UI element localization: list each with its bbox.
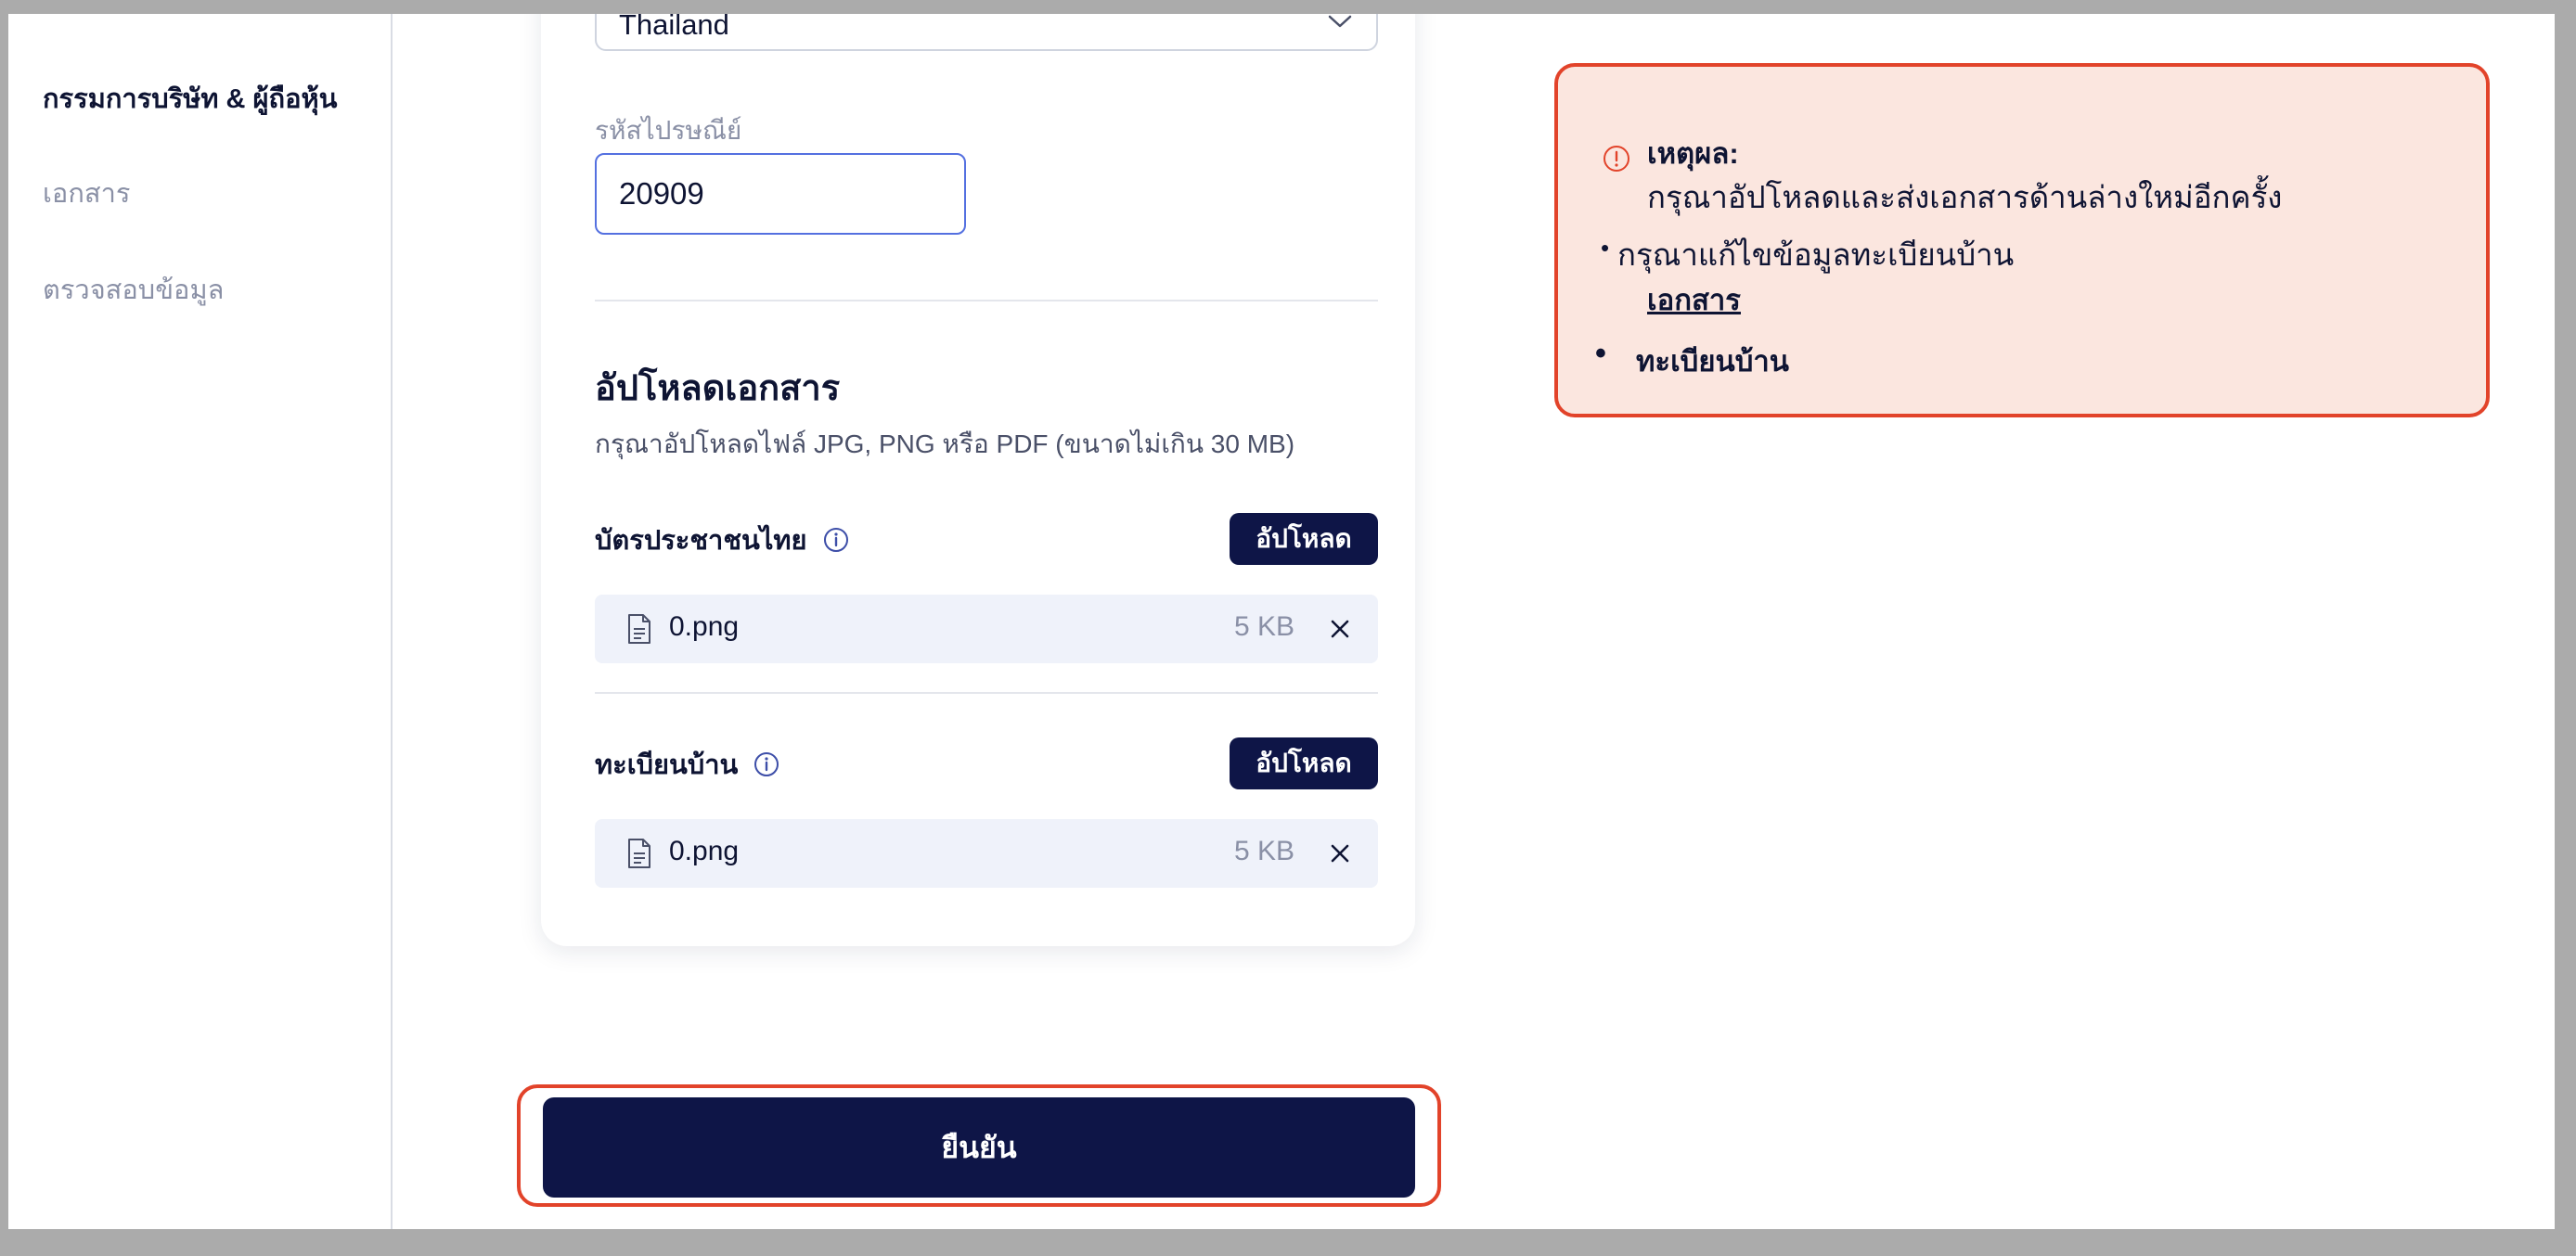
alert-circle-icon [1604,146,1629,172]
document-divider [595,692,1378,694]
alert-title: เหตุผล: [1647,137,1739,170]
document-label-text: ทะเบียนบ้าน [595,750,739,780]
error-alert: เหตุผล: กรุณาอัปโหลดและส่งเอกสารด้านล่าง… [1554,63,2490,417]
document-label-house-registration: ทะเบียนบ้าน [595,743,780,786]
section-divider [595,300,1378,301]
page: กรรมการบริษัท & ผู้ถือหุ้น เอกสาร ตรวจสอ… [8,14,2555,1229]
chevron-down-icon [1328,15,1352,28]
file-name: 0.png [669,836,740,866]
close-icon [1331,620,1349,638]
upload-house-registration-button[interactable]: อัปโหลด [1230,737,1378,789]
info-icon[interactable] [822,526,850,554]
postal-code-input[interactable] [595,153,966,235]
document-label-thai-id: บัตรประชาชนไทย [595,519,850,561]
submit-button[interactable]: ยืนยัน [543,1097,1415,1198]
file-icon [628,839,650,868]
alert-documents-link[interactable]: เอกสาร [1647,276,1741,323]
file-row-house-registration: 0.png 5 KB [595,819,1378,888]
form-card: Thailand รหัสไปรษณีย์ อัปโหลดเอกสาร กรุณ… [541,14,1415,946]
country-select[interactable]: Thailand [595,14,1378,51]
file-icon [628,614,650,644]
alert-message: กรุณาอัปโหลดและส่งเอกสารด้านล่างใหม่อีกค… [1647,180,2283,214]
country-select-value: Thailand [619,14,729,41]
upload-section-hint: กรุณาอัปโหลดไฟล์ JPG, PNG หรือ PDF (ขนาด… [595,429,1295,458]
close-icon [1331,844,1349,863]
submit-highlight: ยืนยัน [517,1084,1441,1207]
document-label-text: บัตรประชาชนไทย [595,526,807,556]
sidebar-item-directors-shareholders[interactable]: กรรมการบริษัท & ผู้ถือหุ้น [43,83,337,116]
file-name: 0.png [669,611,740,642]
remove-file-button[interactable] [1324,613,1356,645]
upload-section-title: อัปโหลดเอกสาร [595,369,841,408]
sidebar-item-review[interactable]: ตรวจสอบข้อมูล [43,274,224,307]
file-row-thai-id: 0.png 5 KB [595,595,1378,663]
sidebar-item-documents[interactable]: เอกสาร [43,177,130,211]
file-size: 5 KB [1233,611,1294,642]
remove-file-button[interactable] [1324,838,1356,869]
info-icon[interactable] [753,750,780,778]
file-size: 5 KB [1233,836,1294,866]
sidebar: กรรมการบริษัท & ผู้ถือหุ้น เอกสาร ตรวจสอ… [8,14,393,1229]
alert-reason-item: กรุณาแก้ไขข้อมูลทะเบียนบ้าน [1601,230,2014,279]
alert-document-item: ทะเบียนบ้าน [1595,336,1789,384]
postal-code-label: รหัสไปรษณีย์ [595,116,742,145]
upload-thai-id-button[interactable]: อัปโหลด [1230,513,1378,565]
